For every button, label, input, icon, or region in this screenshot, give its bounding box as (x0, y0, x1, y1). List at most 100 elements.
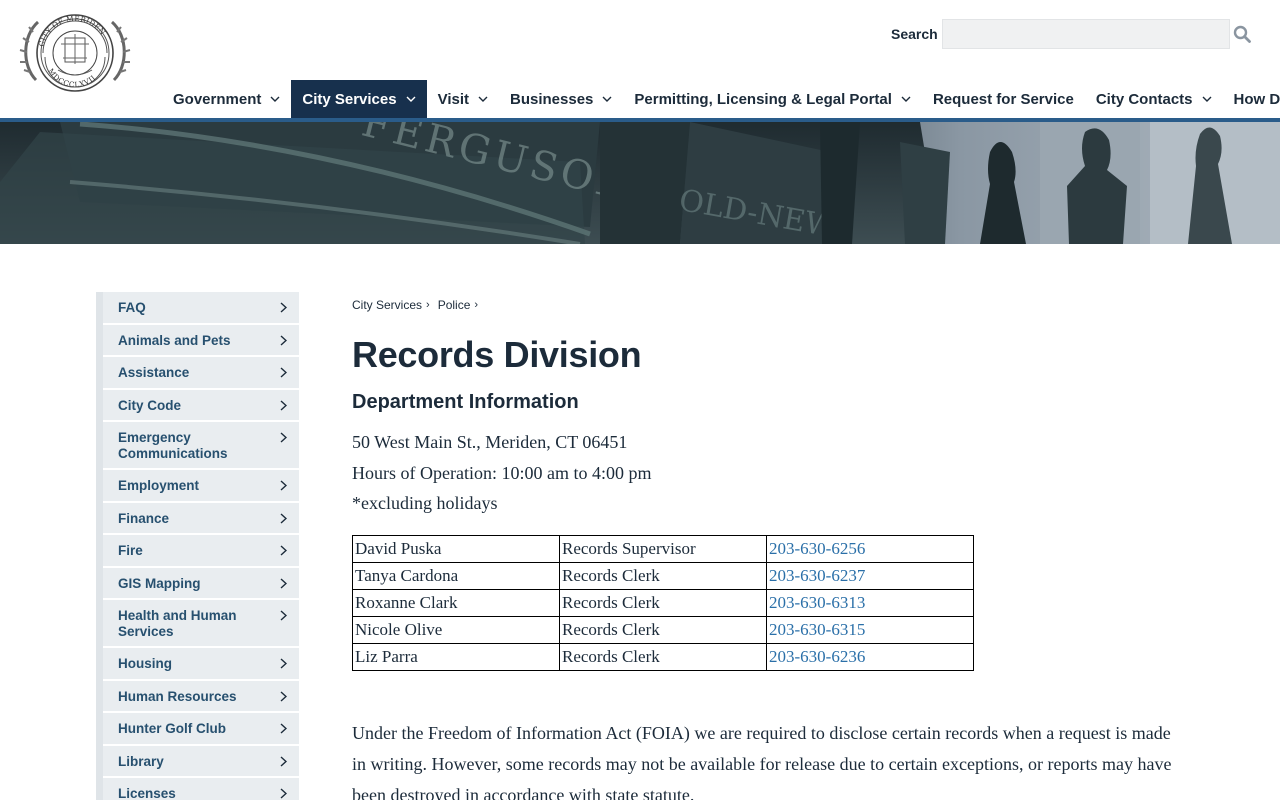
sidebar-item-human-resources[interactable]: Human Resources (103, 680, 299, 713)
breadcrumb-separator: › (474, 299, 479, 311)
table-row: Liz Parra Records Clerk 203-630-6236 (352, 642, 974, 671)
chevron-right-icon (280, 690, 287, 702)
page-title: Records Division (352, 334, 642, 375)
chevron-right-icon (280, 367, 287, 378)
main-navigation: Government City Services Visit Businesse… (162, 80, 1280, 118)
nav-item-label: City Services (302, 90, 397, 108)
sidebar-item-fire[interactable]: Fire (103, 535, 299, 568)
sidebar-item-label: Health and Human Services (118, 608, 237, 639)
contact-name: Liz Parra (352, 642, 560, 671)
nav-item-visit[interactable]: Visit (427, 80, 499, 118)
sidebar-item-city-code[interactable]: City Code (103, 389, 299, 422)
nav-item-city-services[interactable]: City Services (291, 80, 427, 118)
contact-name: Roxanne Clark (352, 588, 560, 617)
sidebar-nav: FAQ Animals and Pets Assistance City Cod… (96, 292, 299, 800)
sidebar-item-hunter-golf-club[interactable]: Hunter Golf Club (103, 713, 299, 746)
search-bar: Search (891, 19, 1251, 49)
chevron-down-icon (602, 96, 612, 102)
sidebar-item-employment[interactable]: Employment (103, 470, 299, 503)
hero-banner-image: FERGUSON OLD-NEW (0, 122, 1280, 244)
hours-note: *excluding holidays (352, 493, 498, 513)
table-row: Roxanne Clark Records Clerk 203-630-6313 (352, 588, 974, 617)
chevron-down-icon (270, 96, 280, 102)
sidebar-item-licenses[interactable]: Licenses (103, 778, 299, 800)
contact-role: Records Supervisor (559, 534, 767, 563)
sidebar-item-faq[interactable]: FAQ (103, 292, 299, 325)
chevron-down-icon (1202, 96, 1212, 102)
foia-paragraph: Under the Freedom of Information Act (FO… (352, 722, 1172, 800)
sidebar-item-finance[interactable]: Finance (103, 502, 299, 535)
search-icon[interactable] (1233, 25, 1251, 43)
nav-item-businesses[interactable]: Businesses (499, 80, 623, 118)
nav-item-government[interactable]: Government (162, 80, 291, 118)
chevron-right-icon (280, 432, 287, 443)
sidebar-item-label: Animals and Pets (118, 332, 231, 348)
breadcrumb-separator: › (426, 299, 430, 311)
contact-role: Records Clerk (559, 615, 767, 644)
chevron-right-icon (280, 302, 287, 313)
city-seal-icon: CITY OF MERIDEN MDCCCLXVII (19, 14, 131, 92)
contact-name: Tanya Cardona (352, 561, 560, 590)
department-address: 50 West Main St., Meriden, CT 06451 (352, 432, 628, 452)
phone-link[interactable]: 203-630-6315 (769, 620, 865, 639)
sidebar-item-label: Employment (118, 478, 200, 493)
contact-phone-cell: 203-630-6237 (766, 561, 974, 590)
sidebar-item-gis-mapping[interactable]: GIS Mapping (103, 567, 299, 600)
contact-role: Records Clerk (559, 561, 767, 590)
contact-phone-cell: 203-630-6315 (766, 615, 974, 644)
nav-item-label: Permitting, Licensing & Legal Portal (634, 90, 892, 108)
chevron-right-icon (280, 334, 287, 346)
contact-phone-cell: 203-630-6256 (766, 534, 974, 563)
sidebar-item-label: Human Resources (118, 688, 237, 704)
sidebar-item-assistance[interactable]: Assistance (103, 357, 299, 390)
phone-link[interactable]: 203-630-6237 (769, 566, 865, 585)
nav-item-how-do-i[interactable]: How Do I? (1223, 80, 1280, 118)
nav-item-label: Businesses (510, 90, 594, 108)
department-info: 50 West Main St., Meriden, CT 06451 Hour… (352, 427, 1182, 519)
nav-item-request-for-service[interactable]: Request for Service (922, 80, 1085, 118)
phone-link[interactable]: 203-630-6313 (769, 593, 865, 612)
sidebar-item-emergency-communications[interactable]: Emergency Communications (103, 422, 299, 470)
sidebar-item-animals-and-pets[interactable]: Animals and Pets (103, 324, 299, 357)
chevron-down-icon (901, 96, 911, 102)
breadcrumb-police[interactable]: Police (438, 298, 471, 312)
nav-item-label: Request for Service (932, 90, 1074, 108)
nav-item-permitting-portal[interactable]: Permitting, Licensing & Legal Portal (623, 80, 922, 118)
chevron-right-icon (280, 788, 287, 799)
sidebar-item-label: GIS Mapping (118, 575, 201, 591)
sidebar-item-label: FAQ (118, 300, 146, 315)
sidebar-item-library[interactable]: Library (103, 745, 299, 778)
department-hours: Hours of Operation: 10:00 am to 4:00 pm (352, 462, 652, 483)
contact-phone-cell: 203-630-6313 (766, 588, 974, 617)
breadcrumb-city-services[interactable]: City Services (352, 298, 422, 312)
chevron-right-icon (280, 755, 287, 767)
contacts-table: David Puska Records Supervisor 203-630-6… (352, 534, 974, 671)
nav-item-label: Government (173, 90, 262, 108)
contact-role: Records Clerk (559, 642, 767, 671)
contact-name: Nicole Olive (352, 615, 560, 644)
sidebar-item-label: Fire (118, 543, 143, 558)
phone-link[interactable]: 203-630-6236 (769, 647, 865, 666)
nav-item-label: Visit (437, 90, 469, 108)
sidebar-item-label: Hunter Golf Club (118, 721, 226, 736)
breadcrumb: City Services › Police › (352, 290, 1182, 320)
sidebar-item-housing[interactable]: Housing (103, 648, 299, 681)
sidebar-item-label: Finance (118, 510, 170, 526)
sidebar-item-label: Housing (118, 656, 172, 671)
phone-link[interactable]: 203-630-6256 (769, 539, 865, 558)
contact-role: Records Clerk (559, 588, 767, 617)
main-content: City Services › Police › Records Divisio… (352, 290, 1182, 800)
table-row: Tanya Cardona Records Clerk 203-630-6237 (352, 561, 974, 590)
section-title: Department Information (352, 391, 579, 413)
sidebar-item-health-and-human-services[interactable]: Health and Human Services (103, 600, 299, 648)
contact-name: David Puska (352, 534, 560, 563)
table-row: Nicole Olive Records Clerk 203-630-6315 (352, 615, 974, 644)
chevron-right-icon (280, 512, 287, 524)
search-input[interactable] (941, 19, 1230, 49)
chevron-right-icon (280, 545, 287, 556)
chevron-right-icon (280, 610, 287, 621)
chevron-right-icon (280, 658, 287, 669)
contact-phone-cell: 203-630-6236 (766, 642, 974, 671)
nav-item-city-contacts[interactable]: City Contacts (1085, 80, 1223, 118)
sidebar-item-label: Licenses (118, 786, 176, 800)
